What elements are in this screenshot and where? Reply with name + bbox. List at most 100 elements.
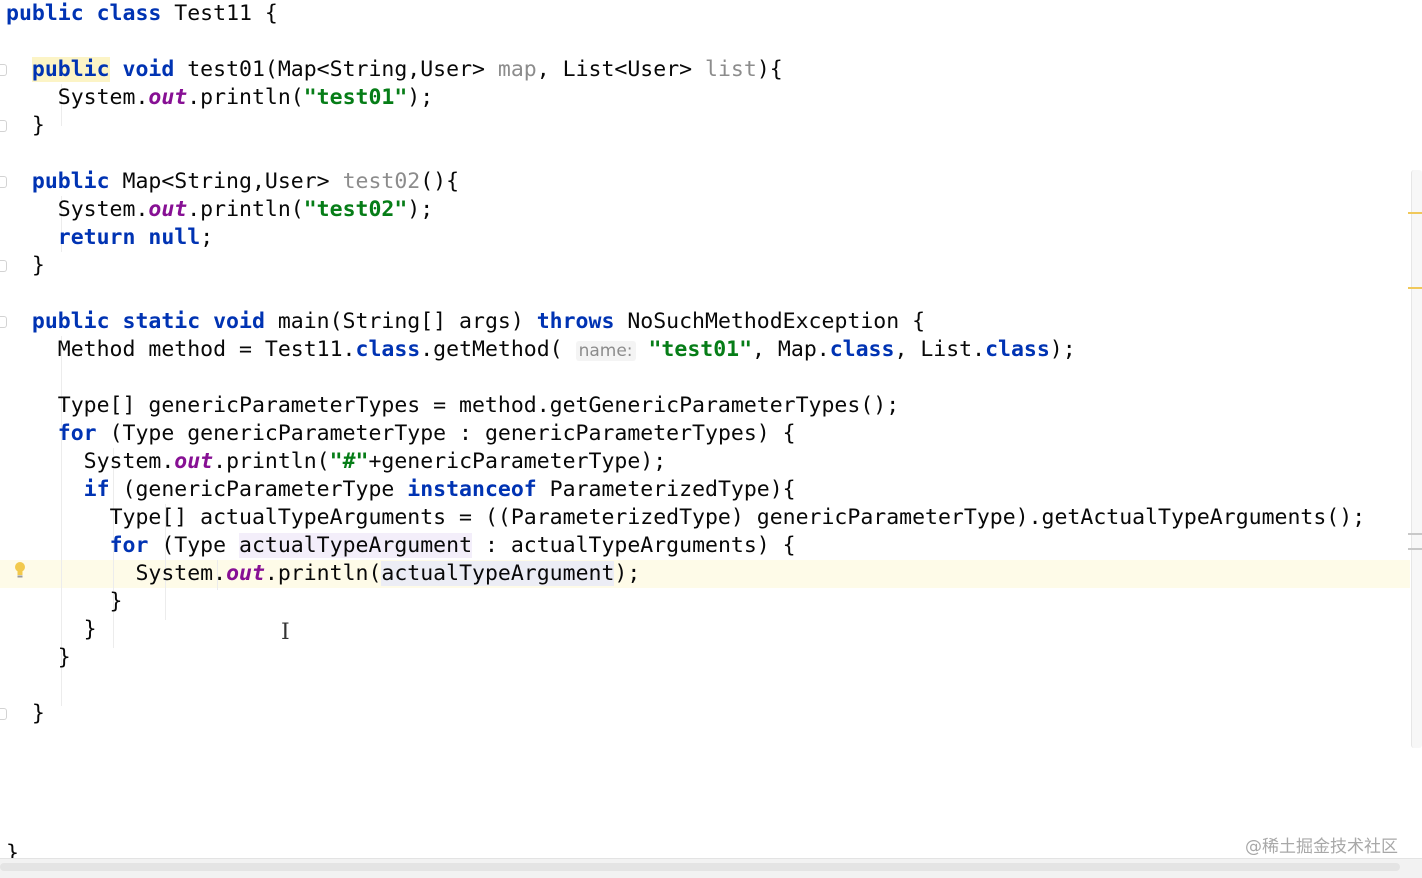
code-line[interactable]: if (genericParameterType instanceof Para… xyxy=(6,476,796,504)
code-line[interactable]: public static void main(String[] args) t… xyxy=(6,308,925,336)
code-line[interactable]: public class Test11 { xyxy=(6,0,278,28)
code-text: } xyxy=(6,645,71,670)
code-text: , List<User> xyxy=(536,57,706,82)
code-text: ){ xyxy=(756,57,783,82)
static-field: out xyxy=(226,561,265,586)
code-line[interactable]: Method method = Test11.class.getMethod( … xyxy=(6,336,1076,364)
code-text: NoSuchMethodException { xyxy=(614,309,926,334)
code-text: , List. xyxy=(894,337,986,362)
code-text: } xyxy=(6,617,97,642)
code-text: ); xyxy=(407,85,434,110)
keyword-highlighted: public xyxy=(31,57,110,82)
code-text: } xyxy=(6,113,45,138)
code-line[interactable]: System.out.println("#"+genericParameterT… xyxy=(6,448,667,476)
info-stripe-marker[interactable] xyxy=(1408,533,1422,535)
text-cursor-icon: I xyxy=(281,620,290,645)
code-line[interactable]: } xyxy=(6,252,45,280)
code-text: ); xyxy=(614,561,641,586)
code-line[interactable]: } xyxy=(6,588,123,616)
keyword: instanceof xyxy=(407,477,537,502)
keyword: throws xyxy=(536,309,615,334)
warning-stripe-marker[interactable] xyxy=(1408,287,1422,289)
keyword: return xyxy=(57,225,136,250)
code-text: : actualTypeArguments) { xyxy=(472,533,796,558)
code-text: ParameterizedType){ xyxy=(536,477,796,502)
keyword: void xyxy=(122,57,175,82)
code-line[interactable]: public void test01(Map<String,User> map,… xyxy=(6,56,783,84)
code-line[interactable]: } xyxy=(6,700,45,728)
keyword: public class xyxy=(6,1,162,26)
code-text: Map<String,User> xyxy=(109,169,343,194)
warning-stripe-marker[interactable] xyxy=(1408,212,1422,214)
info-stripe-marker[interactable] xyxy=(1408,548,1422,550)
code-line[interactable]: } xyxy=(6,112,45,140)
code-text: (Type xyxy=(148,533,240,558)
string-literal: "test02" xyxy=(303,197,408,222)
code-line[interactable]: } xyxy=(6,616,97,644)
keyword: if xyxy=(83,477,110,502)
code-line[interactable]: System.out.println(actualTypeArgument); xyxy=(6,560,640,588)
static-field: out xyxy=(174,449,214,474)
code-line[interactable]: } xyxy=(6,840,19,858)
keyword: public xyxy=(31,169,110,194)
parameter-hint: name: xyxy=(575,341,636,361)
code-text: test01(Map<String,User> xyxy=(174,57,498,82)
horizontal-scrollbar[interactable] xyxy=(0,858,1422,878)
watermark: @稀土掘金技术社区 xyxy=(1245,837,1398,857)
code-editor[interactable]: public class Test11 { public void test01… xyxy=(0,0,1422,858)
code-line[interactable]: System.out.println("test02"); xyxy=(6,196,433,224)
horizontal-scrollbar-thumb[interactable] xyxy=(0,863,1400,871)
code-line[interactable]: } xyxy=(6,644,71,672)
keyword: for xyxy=(57,421,97,446)
code-text: Method method = Test11. xyxy=(57,337,356,362)
code-text: } xyxy=(6,253,45,278)
unused-parameter: map xyxy=(497,57,537,82)
keyword: public static void xyxy=(31,309,265,334)
code-text: ); xyxy=(1049,337,1076,362)
code-text: System. xyxy=(135,561,227,586)
code-line[interactable]: for (Type genericParameterType : generic… xyxy=(6,420,796,448)
code-text: .println( xyxy=(187,197,304,222)
code-text: .getMethod( xyxy=(420,337,576,362)
code-line[interactable]: Type[] actualTypeArguments = ((Parameter… xyxy=(6,504,1366,532)
highlighted-variable: actualTypeArgument xyxy=(239,533,473,558)
keyword: for xyxy=(109,533,149,558)
keyword: null xyxy=(148,225,201,250)
keyword: class xyxy=(985,337,1050,362)
vertical-scrollbar[interactable] xyxy=(1411,170,1422,748)
code-line[interactable]: return null; xyxy=(6,224,213,252)
string-literal: "test01" xyxy=(648,337,753,362)
code-text: Test11 { xyxy=(161,1,278,26)
code-text: } xyxy=(6,589,123,614)
code-text: System. xyxy=(57,85,149,110)
code-line[interactable]: System.out.println("test01"); xyxy=(6,84,433,112)
highlighted-variable: actualTypeArgument xyxy=(381,561,615,586)
code-text: } xyxy=(6,841,19,858)
code-line[interactable]: for (Type actualTypeArgument : actualTyp… xyxy=(6,532,796,560)
code-text: .println( xyxy=(213,449,330,474)
code-text: System. xyxy=(57,197,149,222)
code-line[interactable]: public Map<String,User> test02(){ xyxy=(6,168,459,196)
code-text: System. xyxy=(83,449,175,474)
code-text: ); xyxy=(407,197,434,222)
code-line[interactable]: Type[] genericParameterTypes = method.ge… xyxy=(6,392,899,420)
code-text: } xyxy=(6,701,45,726)
code-text: (genericParameterType xyxy=(109,477,408,502)
code-text: Type[] actualTypeArguments = ((Parameter… xyxy=(109,505,1366,530)
unused-method-name: test02 xyxy=(342,169,421,194)
